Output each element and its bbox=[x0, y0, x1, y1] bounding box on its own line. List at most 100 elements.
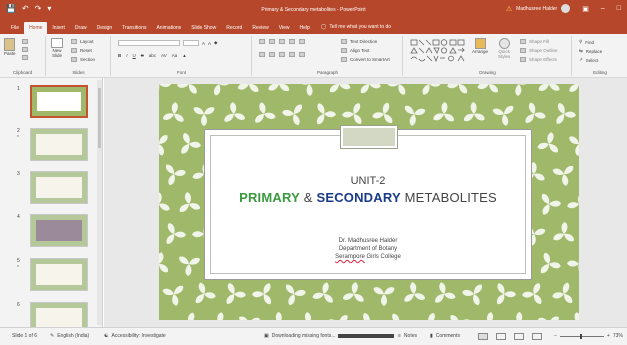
slide-thumbnail-pane[interactable]: 1 2 * 3 4 5 * 6 bbox=[0, 78, 103, 327]
slideshow-view-icon[interactable] bbox=[532, 333, 542, 340]
thumbnail-content bbox=[36, 220, 82, 241]
bold-button[interactable]: B bbox=[118, 53, 121, 58]
normal-view-icon[interactable] bbox=[478, 333, 488, 340]
text-direction-button[interactable]: Text Direction bbox=[341, 39, 377, 44]
grow-font-button[interactable]: A bbox=[202, 41, 205, 46]
columns-icon[interactable] bbox=[299, 52, 305, 57]
tab-help[interactable]: Help bbox=[294, 22, 314, 34]
shape-outline-button[interactable]: Shape Outline bbox=[520, 48, 558, 53]
accessibility-button[interactable]: ☯ Accessibility: Investigate bbox=[104, 333, 166, 339]
minimize-icon[interactable]: – bbox=[601, 5, 605, 12]
language-indicator[interactable]: ✎ English (India) bbox=[50, 333, 89, 339]
zoom-knob[interactable] bbox=[579, 333, 582, 339]
author-block[interactable]: Dr. Madhusree Halder Department of Botan… bbox=[208, 237, 528, 261]
cut-icon[interactable] bbox=[22, 39, 28, 44]
clear-format-icon[interactable]: ◆ bbox=[214, 40, 217, 46]
align-right-icon[interactable] bbox=[279, 52, 285, 57]
avatar[interactable] bbox=[561, 4, 571, 13]
leaf-motif bbox=[435, 282, 456, 303]
accessibility-label: Accessibility: Investigate bbox=[111, 333, 166, 339]
zoom-out-icon[interactable]: − bbox=[554, 333, 557, 339]
tab-draw[interactable]: Draw bbox=[70, 22, 92, 34]
strike-button[interactable]: S bbox=[141, 53, 144, 58]
maximize-icon[interactable]: □ bbox=[617, 5, 621, 12]
smartart-button[interactable]: Convert to SmartArt bbox=[341, 57, 390, 62]
zoom-in-icon[interactable]: + bbox=[607, 333, 610, 339]
zoom-level[interactable]: 73% bbox=[613, 333, 623, 339]
tab-design[interactable]: Design bbox=[92, 22, 118, 34]
line-spacing-icon[interactable] bbox=[299, 39, 305, 44]
font-size-combo[interactable] bbox=[183, 40, 199, 46]
tab-transitions[interactable]: Transitions bbox=[117, 22, 151, 34]
tab-file[interactable]: File bbox=[6, 22, 24, 34]
quick-styles-button[interactable]: Quick Styles bbox=[498, 38, 510, 59]
shrink-font-button[interactable]: A bbox=[208, 41, 211, 46]
thumbnail-number: 4 bbox=[17, 214, 20, 220]
arrange-button[interactable]: Arrange bbox=[472, 38, 488, 54]
tab-animations[interactable]: Animations bbox=[151, 22, 186, 34]
scrollbar-thumb[interactable] bbox=[98, 88, 101, 148]
align-text-button[interactable]: Align Text bbox=[341, 48, 369, 53]
align-left-icon[interactable] bbox=[259, 52, 265, 57]
font-name-combo[interactable] bbox=[118, 40, 180, 46]
paste-button[interactable]: Paste bbox=[4, 38, 16, 56]
unit-heading[interactable]: UNIT-2 bbox=[208, 175, 528, 187]
layout-button[interactable]: Layout bbox=[71, 39, 94, 44]
numbering-icon[interactable] bbox=[269, 39, 275, 44]
replace-button[interactable]: ⇆ Replace bbox=[579, 48, 602, 54]
shape-effects-button[interactable]: Shape Effects bbox=[520, 57, 557, 62]
char-spacing-button[interactable]: AV bbox=[161, 53, 167, 58]
thumbnail-slide-4[interactable] bbox=[30, 214, 88, 247]
thumbnail-slide-6[interactable] bbox=[30, 302, 88, 327]
thumbnail-number: 5 bbox=[17, 258, 20, 264]
thumbnail-scrollbar[interactable] bbox=[97, 80, 102, 325]
select-button[interactable]: ↗ Select bbox=[579, 57, 598, 63]
copy-icon[interactable] bbox=[22, 47, 28, 52]
tell-me-box[interactable]: ◯ Tell me what you want to do bbox=[321, 24, 391, 30]
slide-title[interactable]: PRIMARY & SECONDARY METABOLITES bbox=[208, 190, 528, 205]
thumbnail-content bbox=[37, 92, 81, 111]
decrease-indent-icon[interactable] bbox=[279, 39, 285, 44]
shapes-gallery[interactable] bbox=[410, 39, 468, 63]
tab-view[interactable]: View bbox=[274, 22, 295, 34]
format-painter-icon[interactable] bbox=[22, 55, 28, 60]
reading-view-icon[interactable] bbox=[514, 333, 524, 340]
tab-record[interactable]: Record bbox=[221, 22, 247, 34]
shadow-button[interactable]: abc bbox=[149, 53, 156, 58]
leaf-motif bbox=[181, 132, 201, 154]
change-case-button[interactable]: Aa bbox=[172, 53, 178, 58]
justify-icon[interactable] bbox=[289, 52, 295, 57]
shape-fill-button[interactable]: Shape Fill bbox=[520, 39, 549, 44]
italic-button[interactable]: I bbox=[126, 53, 127, 58]
tab-review[interactable]: Review bbox=[247, 22, 273, 34]
font-color-icon[interactable]: ▲ bbox=[182, 53, 186, 58]
zoom-control[interactable]: − + 73% bbox=[554, 333, 623, 339]
slide-editor: UNIT-2 PRIMARY & SECONDARY METABOLITES D… bbox=[104, 78, 627, 327]
thumbnail-slide-2[interactable] bbox=[30, 128, 88, 161]
bullets-icon[interactable] bbox=[259, 39, 265, 44]
ribbon-display-icon[interactable]: ▣ bbox=[582, 5, 589, 13]
section-button[interactable]: Section bbox=[71, 57, 95, 62]
find-button[interactable]: ⚲ Find bbox=[579, 39, 594, 45]
reset-icon bbox=[71, 48, 77, 53]
tab-slide-show[interactable]: Slide Show bbox=[186, 22, 221, 34]
thumbnail-slide-1[interactable] bbox=[30, 85, 88, 118]
slide-counter[interactable]: Slide 1 of 6 bbox=[12, 333, 37, 339]
thumbnail-slide-5[interactable] bbox=[30, 258, 88, 291]
account[interactable]: ⚠ Madhusree Halder bbox=[506, 4, 571, 13]
align-center-icon[interactable] bbox=[269, 52, 275, 57]
thumbnail-slide-3[interactable] bbox=[30, 171, 88, 204]
notes-button[interactable]: ≡ Notes bbox=[398, 333, 417, 339]
increase-indent-icon[interactable] bbox=[289, 39, 295, 44]
underline-button[interactable]: U bbox=[133, 53, 136, 58]
effects-icon bbox=[520, 57, 526, 62]
zoom-slider[interactable] bbox=[559, 333, 604, 339]
comments-button[interactable]: ▮ Comments bbox=[430, 333, 460, 339]
tab-insert[interactable]: Insert bbox=[47, 22, 70, 34]
slide-sorter-icon[interactable] bbox=[496, 333, 506, 340]
new-slide-button[interactable]: New Slide bbox=[51, 38, 63, 58]
slide-1[interactable]: UNIT-2 PRIMARY & SECONDARY METABOLITES D… bbox=[159, 84, 579, 320]
reset-button[interactable]: Reset bbox=[71, 48, 92, 53]
tab-home[interactable]: Home bbox=[24, 22, 48, 34]
leaf-motif bbox=[286, 284, 306, 306]
